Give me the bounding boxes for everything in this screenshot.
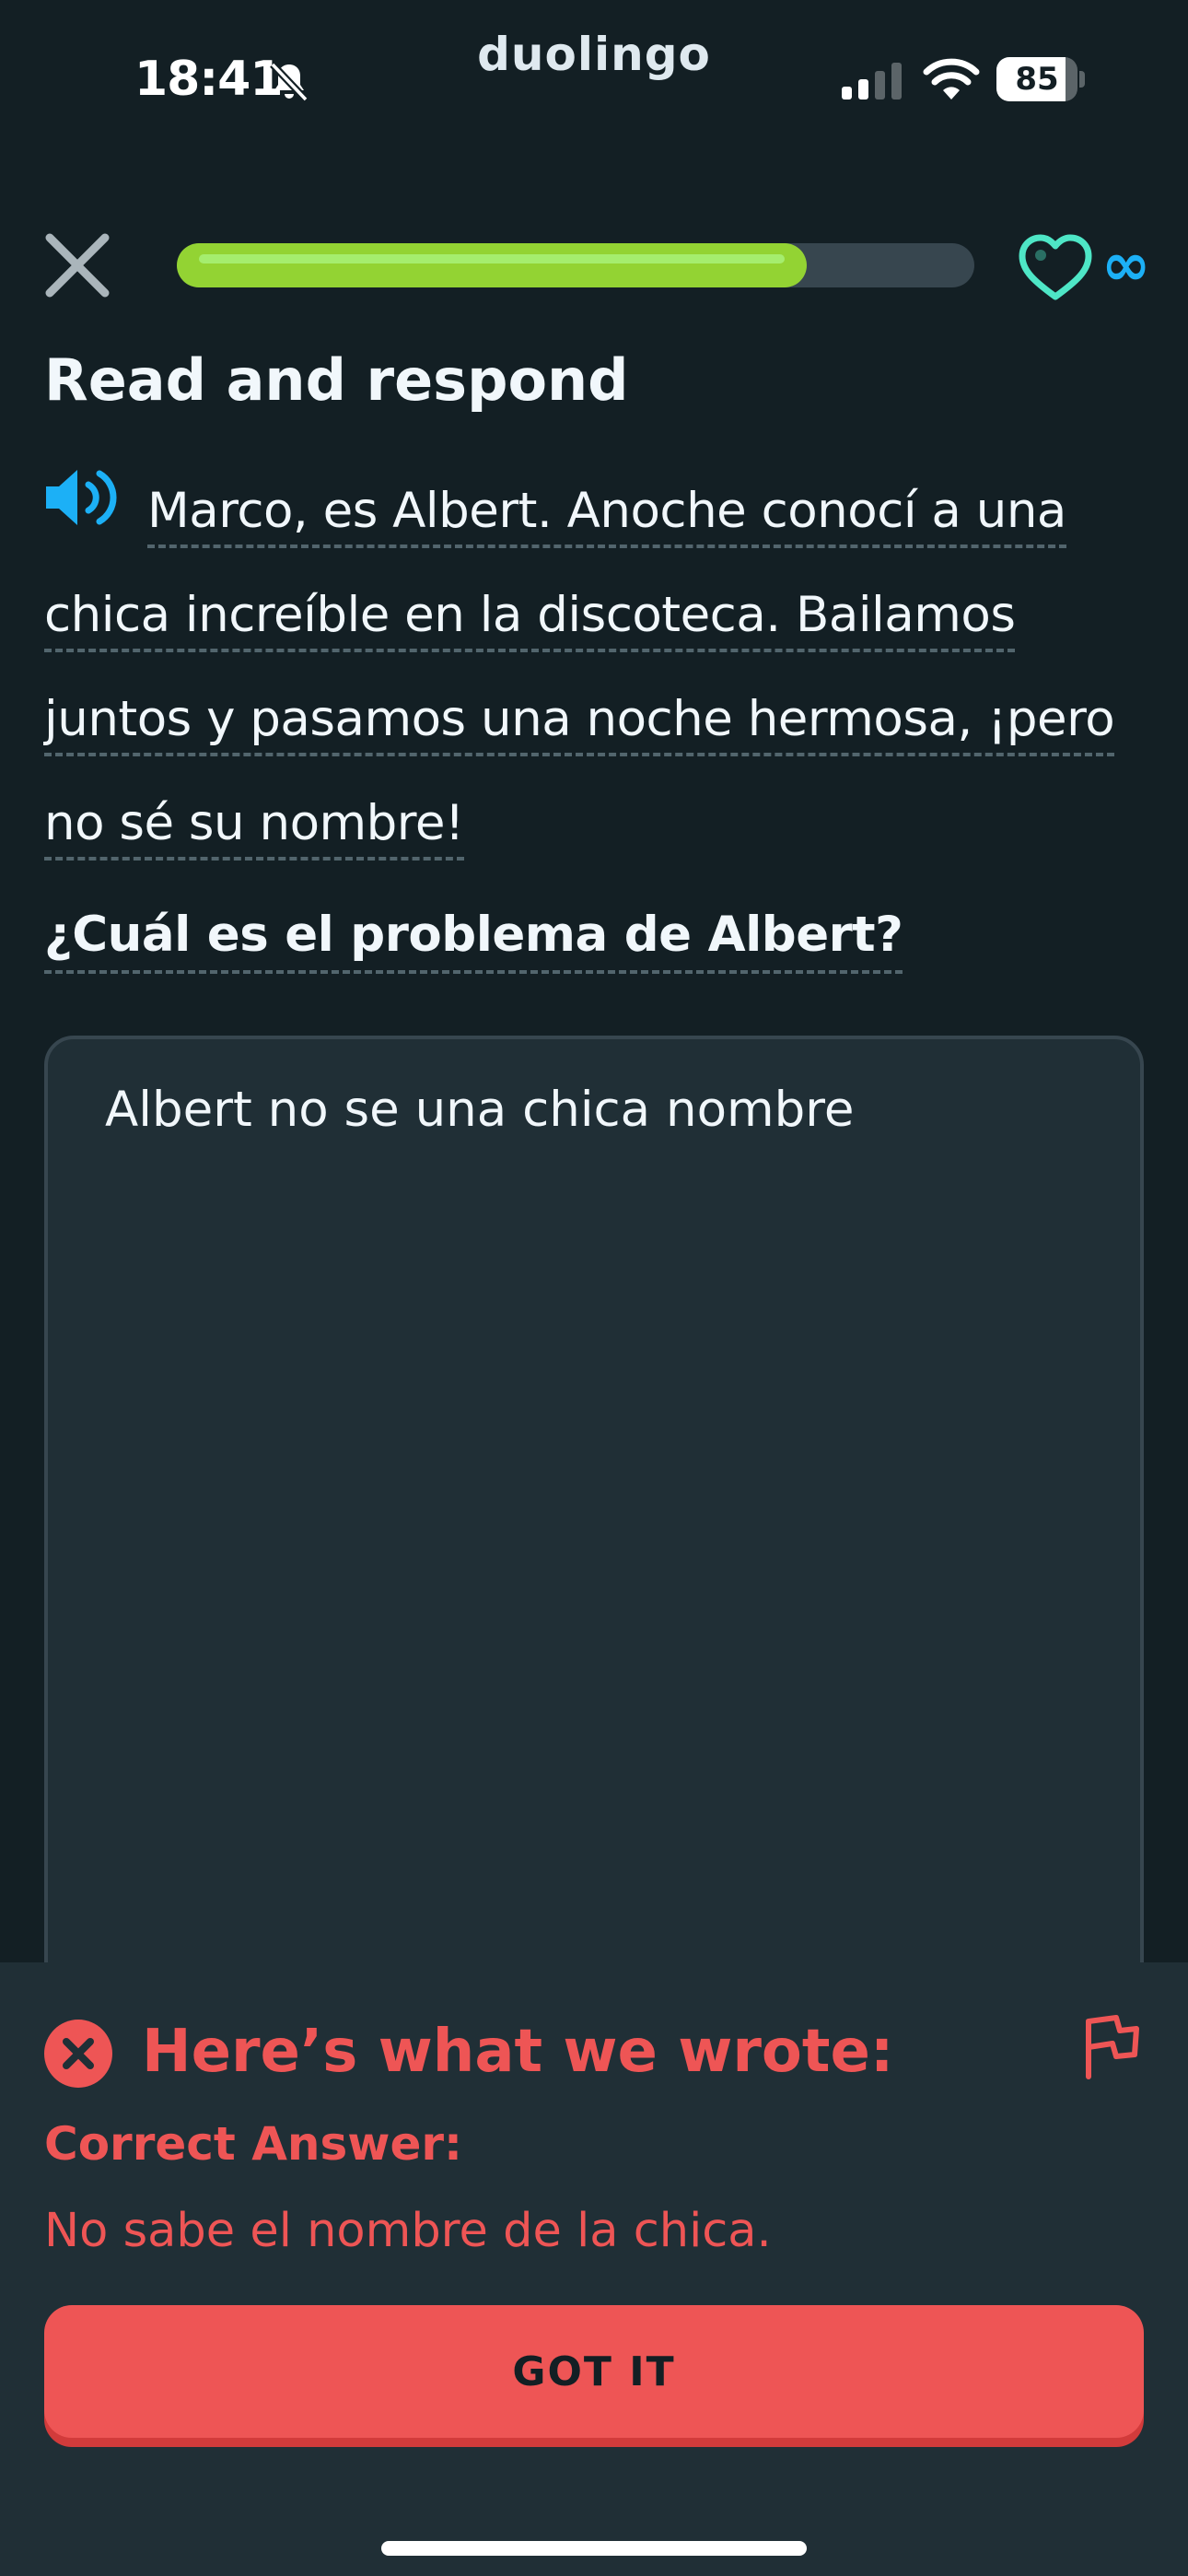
passage-line[interactable]: juntos y pasamos una noche hermosa, ¡per… [44, 691, 1115, 756]
battery-percent: 85 [1015, 61, 1059, 98]
battery-indicator: 85 [996, 57, 1085, 101]
passage-line[interactable]: no sé su nombre! [44, 795, 464, 861]
question-prompt: ¿Cuál es el problema de Albert? [44, 907, 1149, 974]
home-indicator[interactable] [381, 2541, 807, 2556]
error-x-icon [44, 2020, 112, 2088]
got-it-button[interactable]: GOT IT [44, 2305, 1144, 2438]
lesson-screen: 18:41 duolingo 85 ∞ Read and respond Mar… [0, 0, 1188, 2576]
answer-textarea[interactable]: Albert no se una chica nombre [44, 1036, 1144, 2049]
answer-value: Albert no se una chica nombre [105, 1082, 855, 1138]
cellular-signal-icon [842, 63, 902, 100]
wifi-icon [923, 58, 980, 100]
feedback-sheet: Here’s what we wrote: Correct Answer: No… [0, 1962, 1188, 2576]
feedback-title: Here’s what we wrote: [142, 2018, 894, 2086]
reading-passage: Marco, es Albert. Anoche conocí a una ch… [44, 459, 1149, 875]
heart-icon [1019, 234, 1092, 300]
hearts-counter[interactable]: ∞ [1017, 232, 1164, 302]
passage-line[interactable]: chica increíble en la discoteca. Bailamo… [44, 587, 1016, 652]
lesson-progress-fill [177, 243, 807, 287]
flag-report-icon[interactable] [1079, 2012, 1142, 2080]
question-text[interactable]: ¿Cuál es el problema de Albert? [44, 907, 903, 974]
passage-line[interactable]: Marco, es Albert. Anoche conocí a una [147, 483, 1066, 548]
lesson-progress-bar [177, 243, 974, 287]
hearts-infinite-label: ∞ [1101, 231, 1151, 299]
close-icon[interactable] [41, 228, 114, 302]
correct-answer-text: No sabe el nombre de la chica. [44, 2204, 772, 2258]
correct-answer-label: Correct Answer: [44, 2117, 463, 2171]
challenge-title: Read and respond [44, 346, 629, 414]
